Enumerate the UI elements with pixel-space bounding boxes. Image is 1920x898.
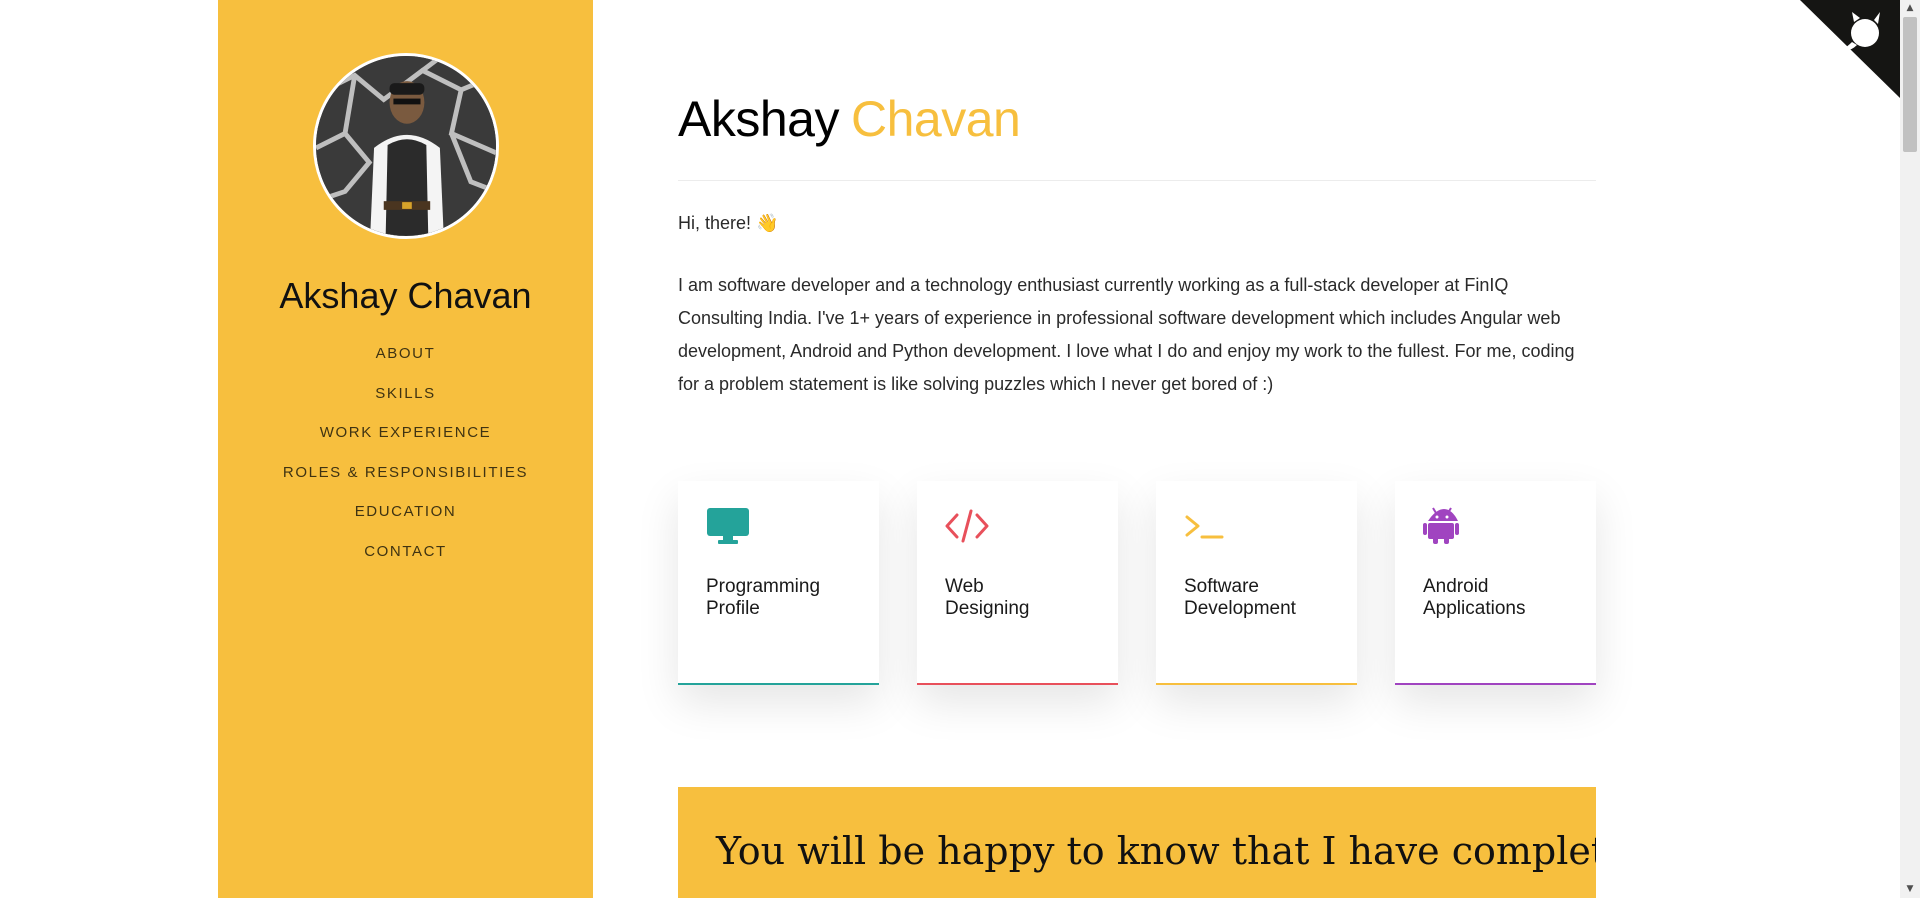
card-accent-bar bbox=[1395, 683, 1596, 685]
nav-education[interactable]: EDUCATION bbox=[218, 502, 593, 542]
card-android-applications[interactable]: Android Applications bbox=[1395, 481, 1596, 685]
nav-contact[interactable]: CONTACT bbox=[218, 542, 593, 582]
nav-about[interactable]: ABOUT bbox=[218, 344, 593, 384]
nav-work-experience[interactable]: WORK EXPERIENCE bbox=[218, 423, 593, 463]
profile-avatar bbox=[313, 53, 499, 239]
terminal-icon bbox=[1185, 515, 1224, 539]
sidebar-nav: ABOUT SKILLS WORK EXPERIENCE ROLES & RES… bbox=[218, 344, 593, 582]
github-corner[interactable] bbox=[1800, 0, 1900, 98]
greeting-text: Hi, there! 👋 bbox=[678, 213, 779, 233]
card-programming-profile[interactable]: Programming Profile bbox=[678, 481, 879, 685]
card-software-development[interactable]: Software Development bbox=[1156, 481, 1357, 685]
card-label: Programming Profile bbox=[706, 576, 821, 619]
scroll-down-arrow-icon[interactable]: ▼ bbox=[1900, 881, 1920, 898]
nav-skills[interactable]: SKILLS bbox=[218, 384, 593, 424]
intro-paragraph: I am software developer and a technology… bbox=[678, 275, 1575, 394]
vertical-scrollbar[interactable]: ▲ ▼ bbox=[1900, 0, 1920, 898]
page-title: Akshay Chavan bbox=[678, 90, 1021, 148]
card-accent-bar bbox=[1156, 683, 1357, 685]
card-web-designing[interactable]: Web Designing bbox=[917, 481, 1118, 685]
desktop-icon bbox=[707, 508, 749, 544]
services-cards: Programming Profile Web Designing Softwa… bbox=[678, 481, 1596, 687]
sidebar: Akshay Chavan ABOUT SKILLS WORK EXPERIEN… bbox=[218, 0, 593, 898]
card-accent-bar bbox=[917, 683, 1118, 685]
card-label: Android Applications bbox=[1423, 576, 1526, 619]
card-label: Web Designing bbox=[945, 576, 1030, 619]
nav-roles-responsibilities[interactable]: ROLES & RESPONSIBILITIES bbox=[218, 463, 593, 503]
banner-text: You will be happy to know that I have co… bbox=[716, 829, 1596, 873]
card-label: Software Development bbox=[1184, 576, 1296, 619]
profile-photo bbox=[316, 56, 496, 236]
sidebar-name: Akshay Chavan bbox=[279, 275, 532, 316]
scrollbar-thumb[interactable] bbox=[1903, 17, 1917, 152]
divider bbox=[678, 180, 1596, 181]
code-icon bbox=[945, 509, 989, 543]
card-accent-bar bbox=[678, 683, 879, 685]
title-first-name: Akshay bbox=[678, 91, 839, 147]
android-icon bbox=[1423, 507, 1459, 544]
scroll-up-arrow-icon[interactable]: ▲ bbox=[1900, 0, 1920, 17]
title-last-name: Chavan bbox=[850, 91, 1021, 147]
achievement-banner: You will be happy to know that I have co… bbox=[678, 787, 1596, 898]
